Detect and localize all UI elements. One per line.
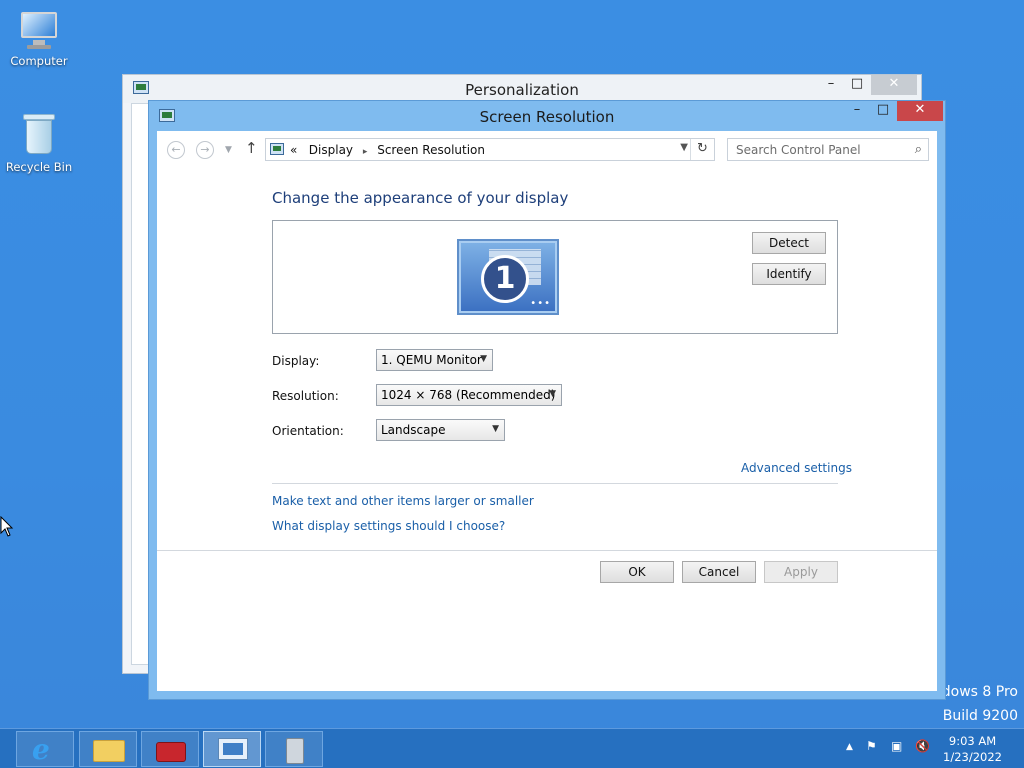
device-icon [286, 738, 304, 764]
search-placeholder: Search Control Panel [736, 143, 861, 157]
identify-button[interactable]: Identify [752, 263, 826, 285]
close-button[interactable]: ✕ [871, 75, 917, 95]
mouse-cursor-icon [0, 516, 14, 537]
screen-resolution-titlebar[interactable]: Screen Resolution – □ ✕ [149, 101, 945, 131]
minimize-button[interactable]: – [817, 75, 845, 95]
internet-explorer-icon: e [32, 733, 50, 766]
chevron-down-icon: ▼ [480, 354, 487, 364]
resolution-label: Resolution: [272, 389, 339, 403]
maximize-button[interactable]: □ [843, 75, 871, 95]
footer-divider [157, 550, 937, 551]
page-heading: Change the appearance of your display [272, 189, 569, 207]
desktop-icon-computer[interactable]: Computer [1, 10, 77, 68]
window-client: ← → ▼ ↑ « Display ▸ Screen Resolution ▼ … [157, 131, 937, 691]
desktop-icon-label: Recycle Bin [5, 160, 73, 174]
system-clock[interactable]: 9:03 AM 1/23/2022 [943, 733, 1002, 765]
monitor-preview-area: 1 ••• Detect Identify [272, 220, 838, 334]
display-icon [270, 143, 284, 155]
os-watermark-build: Build 9200 [942, 708, 1018, 724]
breadcrumb-separator-icon[interactable]: ▸ [363, 147, 368, 157]
text-size-link[interactable]: Make text and other items larger or smal… [272, 494, 534, 508]
toolbox-icon [156, 742, 186, 762]
monitor-1-icon[interactable]: 1 ••• [457, 239, 559, 315]
display-select-value: 1. QEMU Monitor [381, 353, 482, 367]
os-watermark-edition: dows 8 Pro [941, 684, 1018, 700]
display-label: Display: [272, 354, 320, 368]
apply-button[interactable]: Apply [764, 561, 838, 583]
advanced-settings-link[interactable]: Advanced settings [741, 461, 852, 475]
minimize-button[interactable]: – [843, 101, 871, 121]
divider [272, 483, 838, 484]
chevron-down-icon: ▼ [549, 389, 556, 399]
computer-icon [17, 10, 61, 50]
detect-button[interactable]: Detect [752, 232, 826, 254]
cancel-button[interactable]: Cancel [682, 561, 756, 583]
taskbar-file-explorer[interactable] [79, 731, 137, 767]
clock-date: 1/23/2022 [943, 750, 1002, 764]
taskbar-internet-explorer[interactable]: e [16, 731, 74, 767]
taskbar: e ▲ ⚑ ▣ 🔇 9:03 AM 1/23/2022 [0, 728, 1024, 768]
up-arrow-icon[interactable]: ↑ [245, 139, 258, 157]
desktop-icon-label: Computer [10, 54, 68, 68]
recycle-bin-icon [22, 112, 56, 156]
taskbar-control-panel[interactable] [203, 731, 261, 767]
monitor-number: 1 [481, 255, 529, 303]
folder-icon [93, 740, 125, 762]
refresh-icon[interactable]: ↻ [690, 139, 714, 160]
address-dropdown-icon[interactable]: ▼ [680, 142, 688, 153]
desktop-icon-recycle-bin[interactable]: Recycle Bin [1, 112, 77, 174]
breadcrumb: « Display ▸ Screen Resolution [290, 143, 485, 157]
close-button[interactable]: ✕ [897, 101, 943, 121]
volume-muted-icon[interactable]: 🔇 [915, 739, 930, 753]
personalization-title: Personalization [465, 81, 579, 99]
navigation-bar: ← → ▼ ↑ « Display ▸ Screen Resolution ▼ … [157, 131, 937, 169]
back-arrow-icon[interactable]: ← [167, 141, 185, 159]
breadcrumb-screen-resolution[interactable]: Screen Resolution [377, 143, 485, 157]
resolution-select[interactable]: 1024 × 768 (Recommended) ▼ [376, 384, 562, 406]
search-input[interactable]: Search Control Panel ⌕ [727, 138, 929, 161]
breadcrumb-overflow[interactable]: « [290, 143, 297, 157]
address-bar[interactable]: « Display ▸ Screen Resolution ▼ ↻ [265, 138, 715, 161]
ok-button[interactable]: OK [600, 561, 674, 583]
forward-arrow-icon[interactable]: → [196, 141, 214, 159]
maximize-button[interactable]: □ [869, 101, 897, 121]
personalization-titlebar[interactable]: Personalization – □ ✕ [123, 75, 921, 103]
recent-pages-dropdown-icon[interactable]: ▼ [225, 141, 232, 159]
search-icon[interactable]: ⌕ [915, 142, 922, 157]
display-settings-help-link[interactable]: What display settings should I choose? [272, 519, 505, 533]
window-title: Screen Resolution [479, 108, 615, 126]
orientation-select[interactable]: Landscape ▼ [376, 419, 505, 441]
clock-time: 9:03 AM [948, 734, 997, 748]
display-select[interactable]: 1. QEMU Monitor ▼ [376, 349, 493, 371]
monitor-dots-icon: ••• [530, 298, 551, 309]
taskbar-device[interactable] [265, 731, 323, 767]
control-panel-icon [218, 738, 248, 760]
orientation-select-value: Landscape [381, 423, 446, 437]
taskbar-toolbox[interactable] [141, 731, 199, 767]
network-disconnected-icon[interactable]: ▣ [891, 739, 902, 753]
resolution-select-value: 1024 × 768 (Recommended) [381, 388, 556, 402]
action-center-flag-icon[interactable]: ⚑ [866, 739, 877, 753]
orientation-label: Orientation: [272, 424, 344, 438]
show-hidden-icons-icon[interactable]: ▲ [846, 742, 853, 752]
breadcrumb-display[interactable]: Display [309, 143, 353, 157]
chevron-down-icon: ▼ [492, 424, 499, 434]
screen-resolution-window[interactable]: Screen Resolution – □ ✕ ← → ▼ ↑ « Displa… [148, 100, 946, 700]
